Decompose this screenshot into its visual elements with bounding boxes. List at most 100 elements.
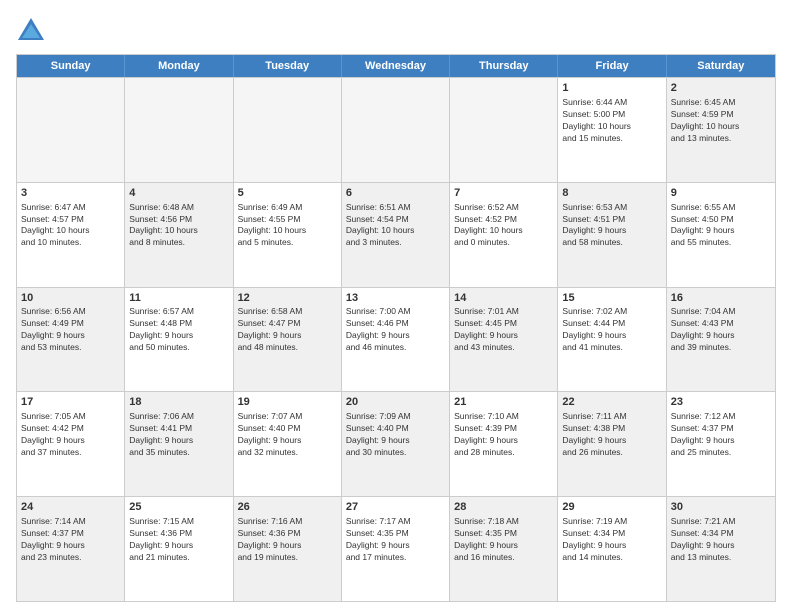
cal-cell-6: 6Sunrise: 6:51 AM Sunset: 4:54 PM Daylig… bbox=[342, 183, 450, 287]
day-number: 16 bbox=[671, 291, 771, 306]
cal-cell-27: 27Sunrise: 7:17 AM Sunset: 4:35 PM Dayli… bbox=[342, 497, 450, 601]
day-number: 7 bbox=[454, 186, 553, 201]
cell-info: Sunrise: 7:07 AM Sunset: 4:40 PM Dayligh… bbox=[238, 411, 337, 459]
header-day-thursday: Thursday bbox=[450, 55, 558, 77]
cell-info: Sunrise: 7:04 AM Sunset: 4:43 PM Dayligh… bbox=[671, 306, 771, 354]
cal-cell-5: 5Sunrise: 6:49 AM Sunset: 4:55 PM Daylig… bbox=[234, 183, 342, 287]
cell-info: Sunrise: 6:45 AM Sunset: 4:59 PM Dayligh… bbox=[671, 97, 771, 145]
cal-cell-empty-4 bbox=[450, 78, 558, 182]
cal-row-0: 1Sunrise: 6:44 AM Sunset: 5:00 PM Daylig… bbox=[17, 77, 775, 182]
cal-cell-24: 24Sunrise: 7:14 AM Sunset: 4:37 PM Dayli… bbox=[17, 497, 125, 601]
cell-info: Sunrise: 7:21 AM Sunset: 4:34 PM Dayligh… bbox=[671, 516, 771, 564]
cell-info: Sunrise: 7:14 AM Sunset: 4:37 PM Dayligh… bbox=[21, 516, 120, 564]
cell-info: Sunrise: 7:01 AM Sunset: 4:45 PM Dayligh… bbox=[454, 306, 553, 354]
cell-info: Sunrise: 6:47 AM Sunset: 4:57 PM Dayligh… bbox=[21, 202, 120, 250]
day-number: 14 bbox=[454, 291, 553, 306]
day-number: 21 bbox=[454, 395, 553, 410]
cal-row-3: 17Sunrise: 7:05 AM Sunset: 4:42 PM Dayli… bbox=[17, 391, 775, 496]
day-number: 12 bbox=[238, 291, 337, 306]
cal-cell-29: 29Sunrise: 7:19 AM Sunset: 4:34 PM Dayli… bbox=[558, 497, 666, 601]
calendar-header: SundayMondayTuesdayWednesdayThursdayFrid… bbox=[17, 55, 775, 77]
cell-info: Sunrise: 6:56 AM Sunset: 4:49 PM Dayligh… bbox=[21, 306, 120, 354]
day-number: 19 bbox=[238, 395, 337, 410]
header-day-sunday: Sunday bbox=[17, 55, 125, 77]
cal-cell-30: 30Sunrise: 7:21 AM Sunset: 4:34 PM Dayli… bbox=[667, 497, 775, 601]
logo bbox=[16, 16, 50, 46]
cal-cell-19: 19Sunrise: 7:07 AM Sunset: 4:40 PM Dayli… bbox=[234, 392, 342, 496]
header-day-saturday: Saturday bbox=[667, 55, 775, 77]
cal-cell-11: 11Sunrise: 6:57 AM Sunset: 4:48 PM Dayli… bbox=[125, 288, 233, 392]
cell-info: Sunrise: 7:00 AM Sunset: 4:46 PM Dayligh… bbox=[346, 306, 445, 354]
day-number: 27 bbox=[346, 500, 445, 515]
day-number: 28 bbox=[454, 500, 553, 515]
header-day-friday: Friday bbox=[558, 55, 666, 77]
cal-cell-21: 21Sunrise: 7:10 AM Sunset: 4:39 PM Dayli… bbox=[450, 392, 558, 496]
cell-info: Sunrise: 6:53 AM Sunset: 4:51 PM Dayligh… bbox=[562, 202, 661, 250]
cell-info: Sunrise: 6:48 AM Sunset: 4:56 PM Dayligh… bbox=[129, 202, 228, 250]
cell-info: Sunrise: 7:09 AM Sunset: 4:40 PM Dayligh… bbox=[346, 411, 445, 459]
cal-cell-23: 23Sunrise: 7:12 AM Sunset: 4:37 PM Dayli… bbox=[667, 392, 775, 496]
day-number: 2 bbox=[671, 81, 771, 96]
day-number: 3 bbox=[21, 186, 120, 201]
day-number: 11 bbox=[129, 291, 228, 306]
day-number: 4 bbox=[129, 186, 228, 201]
cal-cell-17: 17Sunrise: 7:05 AM Sunset: 4:42 PM Dayli… bbox=[17, 392, 125, 496]
day-number: 18 bbox=[129, 395, 228, 410]
cell-info: Sunrise: 6:57 AM Sunset: 4:48 PM Dayligh… bbox=[129, 306, 228, 354]
cell-info: Sunrise: 7:11 AM Sunset: 4:38 PM Dayligh… bbox=[562, 411, 661, 459]
cal-cell-7: 7Sunrise: 6:52 AM Sunset: 4:52 PM Daylig… bbox=[450, 183, 558, 287]
calendar-body: 1Sunrise: 6:44 AM Sunset: 5:00 PM Daylig… bbox=[17, 77, 775, 601]
cal-cell-4: 4Sunrise: 6:48 AM Sunset: 4:56 PM Daylig… bbox=[125, 183, 233, 287]
cell-info: Sunrise: 6:58 AM Sunset: 4:47 PM Dayligh… bbox=[238, 306, 337, 354]
cell-info: Sunrise: 6:44 AM Sunset: 5:00 PM Dayligh… bbox=[562, 97, 661, 145]
cal-cell-18: 18Sunrise: 7:06 AM Sunset: 4:41 PM Dayli… bbox=[125, 392, 233, 496]
cell-info: Sunrise: 6:55 AM Sunset: 4:50 PM Dayligh… bbox=[671, 202, 771, 250]
day-number: 10 bbox=[21, 291, 120, 306]
cal-cell-16: 16Sunrise: 7:04 AM Sunset: 4:43 PM Dayli… bbox=[667, 288, 775, 392]
cell-info: Sunrise: 7:16 AM Sunset: 4:36 PM Dayligh… bbox=[238, 516, 337, 564]
day-number: 6 bbox=[346, 186, 445, 201]
cell-info: Sunrise: 6:51 AM Sunset: 4:54 PM Dayligh… bbox=[346, 202, 445, 250]
cal-cell-12: 12Sunrise: 6:58 AM Sunset: 4:47 PM Dayli… bbox=[234, 288, 342, 392]
cal-cell-9: 9Sunrise: 6:55 AM Sunset: 4:50 PM Daylig… bbox=[667, 183, 775, 287]
day-number: 1 bbox=[562, 81, 661, 96]
cal-cell-empty-2 bbox=[234, 78, 342, 182]
cal-cell-10: 10Sunrise: 6:56 AM Sunset: 4:49 PM Dayli… bbox=[17, 288, 125, 392]
cell-info: Sunrise: 7:05 AM Sunset: 4:42 PM Dayligh… bbox=[21, 411, 120, 459]
page: SundayMondayTuesdayWednesdayThursdayFrid… bbox=[0, 0, 792, 612]
cal-cell-26: 26Sunrise: 7:16 AM Sunset: 4:36 PM Dayli… bbox=[234, 497, 342, 601]
day-number: 23 bbox=[671, 395, 771, 410]
logo-icon bbox=[16, 16, 46, 46]
header-day-tuesday: Tuesday bbox=[234, 55, 342, 77]
cell-info: Sunrise: 7:06 AM Sunset: 4:41 PM Dayligh… bbox=[129, 411, 228, 459]
day-number: 15 bbox=[562, 291, 661, 306]
cal-row-4: 24Sunrise: 7:14 AM Sunset: 4:37 PM Dayli… bbox=[17, 496, 775, 601]
day-number: 30 bbox=[671, 500, 771, 515]
day-number: 8 bbox=[562, 186, 661, 201]
cal-cell-1: 1Sunrise: 6:44 AM Sunset: 5:00 PM Daylig… bbox=[558, 78, 666, 182]
cal-cell-13: 13Sunrise: 7:00 AM Sunset: 4:46 PM Dayli… bbox=[342, 288, 450, 392]
cell-info: Sunrise: 7:19 AM Sunset: 4:34 PM Dayligh… bbox=[562, 516, 661, 564]
cal-cell-22: 22Sunrise: 7:11 AM Sunset: 4:38 PM Dayli… bbox=[558, 392, 666, 496]
day-number: 26 bbox=[238, 500, 337, 515]
cell-info: Sunrise: 6:49 AM Sunset: 4:55 PM Dayligh… bbox=[238, 202, 337, 250]
day-number: 22 bbox=[562, 395, 661, 410]
cal-cell-14: 14Sunrise: 7:01 AM Sunset: 4:45 PM Dayli… bbox=[450, 288, 558, 392]
cal-cell-28: 28Sunrise: 7:18 AM Sunset: 4:35 PM Dayli… bbox=[450, 497, 558, 601]
cal-cell-empty-1 bbox=[125, 78, 233, 182]
cal-cell-3: 3Sunrise: 6:47 AM Sunset: 4:57 PM Daylig… bbox=[17, 183, 125, 287]
cell-info: Sunrise: 7:18 AM Sunset: 4:35 PM Dayligh… bbox=[454, 516, 553, 564]
calendar: SundayMondayTuesdayWednesdayThursdayFrid… bbox=[16, 54, 776, 602]
day-number: 5 bbox=[238, 186, 337, 201]
day-number: 9 bbox=[671, 186, 771, 201]
cell-info: Sunrise: 7:12 AM Sunset: 4:37 PM Dayligh… bbox=[671, 411, 771, 459]
cell-info: Sunrise: 7:10 AM Sunset: 4:39 PM Dayligh… bbox=[454, 411, 553, 459]
cal-row-2: 10Sunrise: 6:56 AM Sunset: 4:49 PM Dayli… bbox=[17, 287, 775, 392]
cell-info: Sunrise: 6:52 AM Sunset: 4:52 PM Dayligh… bbox=[454, 202, 553, 250]
cal-cell-15: 15Sunrise: 7:02 AM Sunset: 4:44 PM Dayli… bbox=[558, 288, 666, 392]
cal-cell-empty-0 bbox=[17, 78, 125, 182]
header bbox=[16, 12, 776, 46]
cal-cell-2: 2Sunrise: 6:45 AM Sunset: 4:59 PM Daylig… bbox=[667, 78, 775, 182]
day-number: 13 bbox=[346, 291, 445, 306]
day-number: 29 bbox=[562, 500, 661, 515]
